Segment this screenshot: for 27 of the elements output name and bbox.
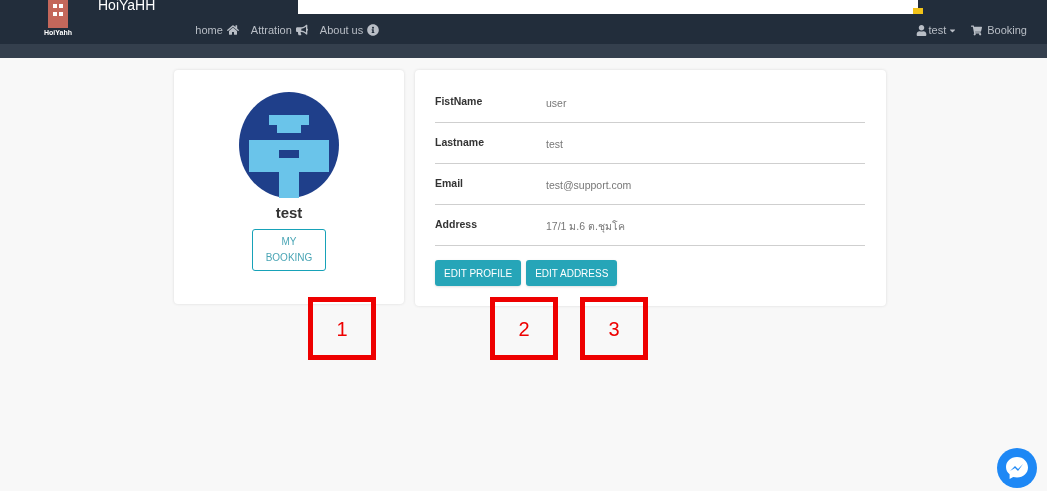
megaphone-icon xyxy=(295,24,308,37)
field-label: Address xyxy=(435,217,478,232)
field-label: FistName xyxy=(435,94,484,109)
annotation-marker: 2 xyxy=(490,297,558,360)
annotation-marker: 1 xyxy=(308,297,376,360)
accent-mark xyxy=(913,8,923,14)
user-menu[interactable]: test xyxy=(915,22,958,39)
home-icon xyxy=(226,24,239,37)
info-icon xyxy=(367,24,380,37)
user-icon xyxy=(915,24,927,36)
field-value: 17/1 ม.6 ต.ชุมโค xyxy=(546,219,625,235)
nav-link[interactable]: home xyxy=(195,22,239,39)
profile-name: test xyxy=(275,203,303,223)
annotation-marker: 3 xyxy=(580,297,648,360)
field-value: user xyxy=(546,96,567,111)
field-label: Email xyxy=(435,176,464,191)
field-label: Lastname xyxy=(435,135,486,150)
nav-link[interactable]: Attration xyxy=(250,22,308,39)
messenger-icon[interactable] xyxy=(997,448,1037,488)
brand-link[interactable]: HoiYaHH xyxy=(98,0,156,12)
booking-link[interactable]: Booking xyxy=(971,22,1027,39)
field-value: test xyxy=(546,137,563,152)
cart-icon xyxy=(971,24,983,36)
avatar-icon xyxy=(239,92,339,198)
nav-link[interactable]: About us xyxy=(319,22,380,39)
field-value: test@support.com xyxy=(546,178,632,193)
building-logo-icon xyxy=(46,0,70,28)
